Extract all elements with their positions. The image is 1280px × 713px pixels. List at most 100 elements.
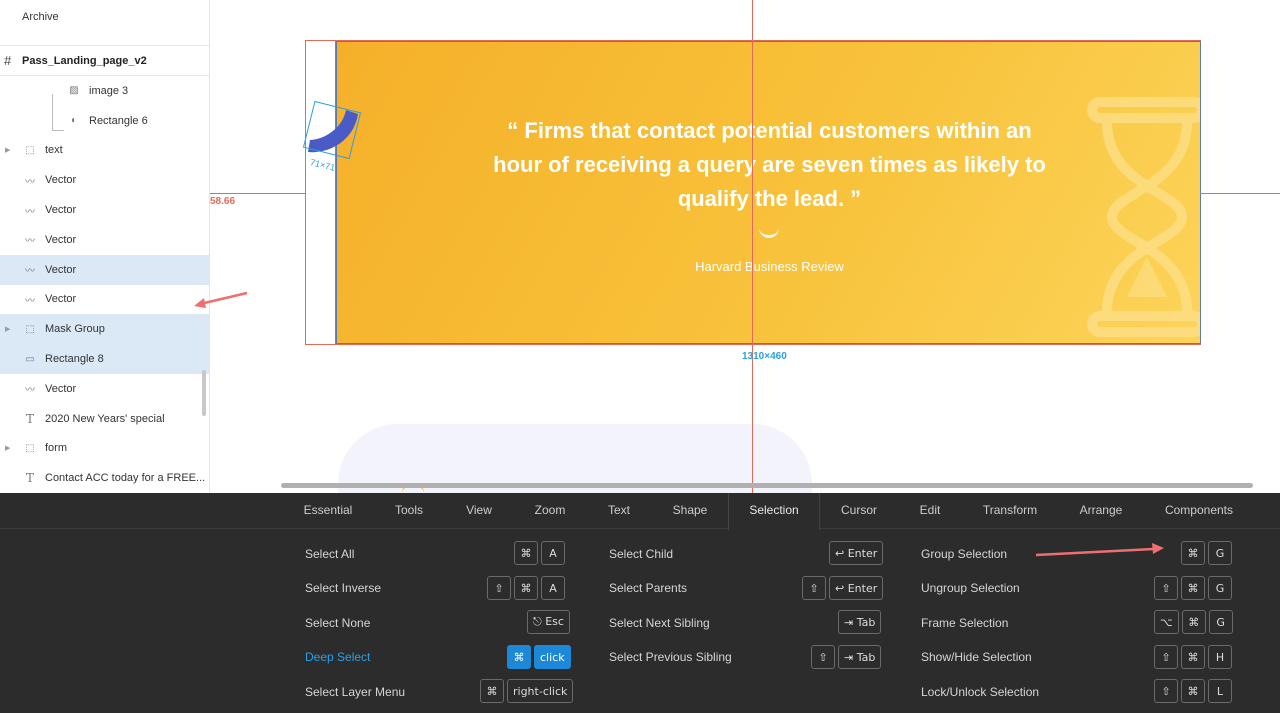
page-row[interactable]: # Pass_Landing_page_v2 bbox=[0, 46, 209, 76]
key-right-click: right-click bbox=[507, 679, 574, 703]
layer-label: Vector bbox=[45, 382, 77, 395]
tab-transform[interactable]: Transform bbox=[964, 493, 1056, 529]
layer-row[interactable]: 〰 Vector bbox=[0, 374, 209, 404]
shortcut-keys: ⎋ Esc bbox=[527, 610, 570, 634]
layer-label: Vector bbox=[45, 233, 77, 246]
layer-row[interactable]: ▶ ⬚ text bbox=[0, 136, 209, 166]
smile-divider bbox=[759, 228, 779, 238]
expand-caret-icon[interactable]: ▶ bbox=[5, 146, 10, 154]
layer-row[interactable]: ▶ ⬚ form bbox=[0, 434, 209, 464]
expand-caret-icon[interactable]: ▶ bbox=[5, 325, 10, 333]
layer-row[interactable]: ◐ Rectangle 6 bbox=[0, 106, 209, 136]
shortcut-label: Select All bbox=[305, 547, 355, 561]
layer-row[interactable]: ▨ image 3 bbox=[0, 76, 209, 106]
layer-label: 2020 New Years' special bbox=[45, 412, 165, 425]
frame-hash-icon: # bbox=[4, 53, 12, 68]
shortcut-label: Select None bbox=[305, 616, 371, 630]
vector-icon: 〰 bbox=[25, 176, 35, 188]
layer-row-selected[interactable]: ▶ ⬚ Mask Group bbox=[0, 314, 209, 345]
shortcut-keys: ⌘ right-click bbox=[480, 679, 574, 703]
group-icon: ⬚ bbox=[25, 323, 35, 335]
shortcut-label: Select Child bbox=[609, 547, 674, 561]
horizontal-guide-right bbox=[1200, 193, 1280, 194]
tab-shape[interactable]: Shape bbox=[652, 493, 728, 529]
layer-row[interactable]: T Contact ACC today for a FREE... bbox=[0, 463, 209, 493]
layer-label: image 3 bbox=[89, 84, 129, 97]
tab-arrange[interactable]: Arrange bbox=[1056, 493, 1146, 529]
shortcut-keys: ⌘ G bbox=[1181, 541, 1232, 565]
annotation-arrow-icon bbox=[194, 291, 248, 308]
tab-essential[interactable]: Essential bbox=[288, 493, 368, 529]
key-shift: ⇧ bbox=[487, 576, 511, 600]
annotation-arrow-icon bbox=[1035, 543, 1164, 557]
key-esc: ⎋ Esc bbox=[527, 610, 570, 634]
group-icon: ⬚ bbox=[25, 144, 35, 156]
canvas-horizontal-scrollbar[interactable] bbox=[281, 483, 1253, 488]
layer-row[interactable]: 〰 Vector bbox=[0, 225, 209, 255]
key-shift: ⇧ bbox=[1154, 679, 1178, 703]
key-enter: ↩ Enter bbox=[829, 541, 884, 565]
layer-label: Rectangle 6 bbox=[89, 114, 148, 127]
layer-row-selected[interactable]: ▭ Rectangle 8 bbox=[0, 344, 209, 374]
key-a: A bbox=[541, 541, 565, 565]
layer-row[interactable]: T 2020 New Years' special bbox=[0, 404, 209, 434]
key-tab: ⇥ Tab bbox=[838, 645, 882, 669]
vector-icon: 〰 bbox=[25, 295, 35, 307]
tab-cursor[interactable]: Cursor bbox=[822, 493, 896, 529]
layers-sidebar: Archive # Pass_Landing_page_v2 ▨ image 3… bbox=[0, 0, 210, 493]
tab-view[interactable]: View bbox=[444, 493, 514, 529]
key-cmd: ⌘ bbox=[514, 576, 538, 600]
text-icon: T bbox=[25, 411, 34, 426]
shortcut-keys: ⇧ ⇥ Tab bbox=[811, 645, 882, 669]
layer-label: Vector bbox=[45, 174, 77, 187]
layer-row[interactable]: 〰 Vector bbox=[0, 195, 209, 225]
key-cmd: ⌘ bbox=[514, 541, 538, 565]
hourglass-icon bbox=[1087, 97, 1200, 337]
sidebar-scrollbar[interactable] bbox=[202, 370, 206, 416]
group-icon: ⬚ bbox=[25, 442, 35, 454]
layer-label: Contact ACC today for a FREE... bbox=[45, 472, 206, 485]
archive-label: Archive bbox=[22, 11, 59, 23]
key-cmd: ⌘ bbox=[1181, 679, 1205, 703]
shortcut-label: Select Next Sibling bbox=[609, 616, 710, 630]
layer-label: form bbox=[45, 442, 67, 455]
design-canvas[interactable]: “ Firms that contact potential customers… bbox=[210, 0, 1280, 493]
quote-banner[interactable]: “ Firms that contact potential customers… bbox=[336, 41, 1201, 344]
key-cmd: ⌘ bbox=[1181, 645, 1205, 669]
expand-caret-icon[interactable]: ▶ bbox=[5, 444, 10, 452]
key-cmd: ⌘ bbox=[507, 645, 531, 669]
shortcut-keys: ⇧ ⌘ G bbox=[1154, 576, 1232, 600]
tab-text[interactable]: Text bbox=[586, 493, 652, 529]
key-h: H bbox=[1208, 645, 1232, 669]
tab-selection[interactable]: Selection bbox=[728, 493, 820, 530]
tab-tools[interactable]: Tools bbox=[374, 493, 444, 529]
shortcut-label: Select Previous Sibling bbox=[609, 650, 732, 664]
layer-label: Vector bbox=[45, 263, 77, 276]
selection-edge bbox=[335, 41, 336, 344]
key-cmd: ⌘ bbox=[1181, 576, 1205, 600]
vector-icon: 〰 bbox=[25, 266, 35, 278]
shortcut-keys: ⌥ ⌘ G bbox=[1154, 610, 1233, 634]
shortcut-tabs: Essential Tools View Zoom Text Shape Sel… bbox=[0, 493, 1280, 530]
layer-label: Vector bbox=[45, 204, 77, 217]
shortcut-label-active: Deep Select bbox=[305, 650, 371, 664]
layer-row[interactable]: 〰 Vector bbox=[0, 165, 209, 195]
archive-item[interactable]: Archive bbox=[0, 0, 209, 46]
key-l: L bbox=[1208, 679, 1232, 703]
layer-label: text bbox=[45, 144, 63, 157]
tab-components[interactable]: Components bbox=[1150, 493, 1248, 529]
shortcut-label: Lock/Unlock Selection bbox=[921, 685, 1040, 699]
tab-zoom[interactable]: Zoom bbox=[514, 493, 586, 529]
layer-label: Mask Group bbox=[45, 323, 105, 336]
half-circle-icon: ◐ bbox=[70, 115, 78, 127]
shortcut-label: Select Inverse bbox=[305, 581, 382, 595]
tab-edit[interactable]: Edit bbox=[896, 493, 964, 529]
key-click: click bbox=[534, 645, 571, 669]
shortcut-label: Select Layer Menu bbox=[305, 685, 406, 699]
layer-row[interactable]: 〰 Vector bbox=[0, 285, 209, 315]
key-shift: ⇧ bbox=[811, 645, 835, 669]
key-g: G bbox=[1208, 576, 1232, 600]
layer-row-selected[interactable]: 〰 Vector bbox=[0, 254, 209, 285]
vector-icon: 〰 bbox=[25, 236, 35, 248]
key-g: G bbox=[1208, 610, 1233, 634]
